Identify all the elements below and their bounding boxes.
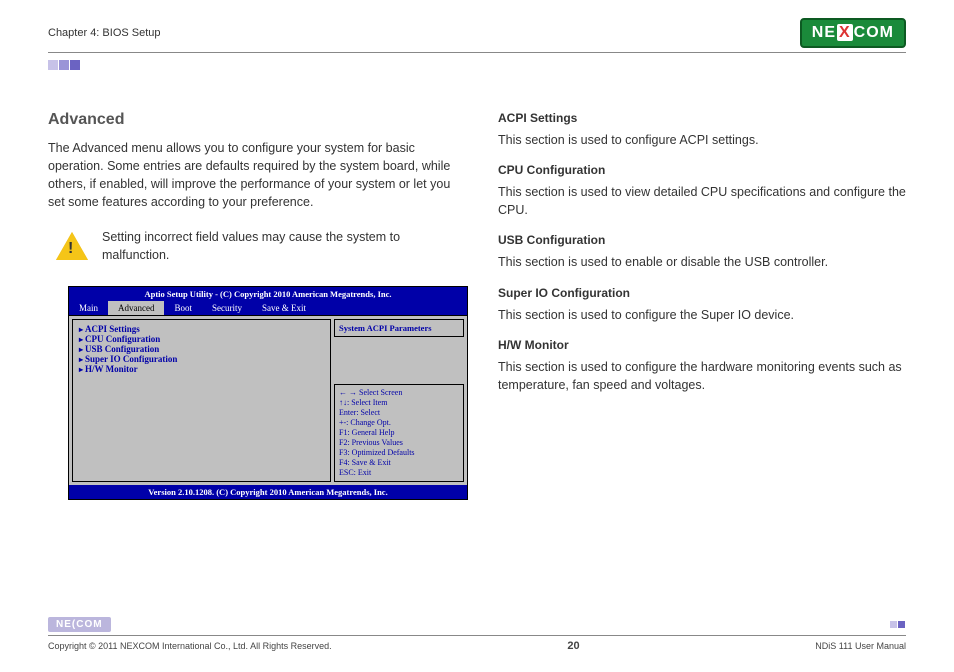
section-title: ACPI Settings [498, 111, 906, 125]
chapter-label: Chapter 4: BIOS Setup [48, 27, 161, 39]
bios-title: Aptio Setup Utility - (C) Copyright 2010… [69, 287, 467, 301]
bios-item: Super IO Configuration [79, 354, 324, 364]
warning-row: Setting incorrect field values may cause… [48, 228, 468, 264]
bios-tab-main: Main [69, 301, 108, 315]
nexcom-logo: NEXCOM [800, 18, 906, 48]
bios-tab-advanced: Advanced [108, 301, 164, 315]
section-body: This section is used to configure ACPI s… [498, 131, 906, 149]
manual-name: NDiS 111 User Manual [815, 641, 906, 651]
bios-body: ACPI Settings CPU Configuration USB Conf… [69, 315, 467, 485]
bios-key-legend: ← → Select Screen ↑↓: Select Item Enter:… [334, 384, 464, 482]
bios-item: USB Configuration [79, 344, 324, 354]
section-title: Super IO Configuration [498, 286, 906, 300]
bios-tab-security: Security [202, 301, 252, 315]
bios-item: H/W Monitor [79, 364, 324, 374]
bios-tab-row: Main Advanced Boot Security Save & Exit [69, 301, 467, 315]
section-body: This section is used to enable or disabl… [498, 253, 906, 271]
section-heading: Advanced [48, 111, 468, 129]
bios-side-panel: System ACPI Parameters ← → Select Screen… [334, 319, 464, 482]
section-body: This section is used to configure the ha… [498, 358, 906, 394]
bios-item: ACPI Settings [79, 324, 324, 334]
intro-text: The Advanced menu allows you to configur… [48, 139, 468, 212]
bios-screenshot: Aptio Setup Utility - (C) Copyright 2010… [68, 286, 468, 500]
section-title: USB Configuration [498, 233, 906, 247]
footer-decor [890, 615, 906, 633]
bios-tab-boot: Boot [164, 301, 202, 315]
bios-footer: Version 2.10.1208. (C) Copyright 2010 Am… [69, 485, 467, 499]
section-body: This section is used to view detailed CP… [498, 183, 906, 219]
page-number: 20 [567, 640, 579, 652]
page-header: Chapter 4: BIOS Setup NEXCOM [48, 18, 906, 53]
warning-text: Setting incorrect field values may cause… [102, 228, 468, 264]
decor-squares [48, 57, 906, 75]
bios-tab-save: Save & Exit [252, 301, 316, 315]
section-title: CPU Configuration [498, 163, 906, 177]
bios-menu-list: ACPI Settings CPU Configuration USB Conf… [72, 319, 331, 482]
warning-icon [56, 232, 88, 260]
footer-logo: NE(COM [48, 617, 111, 632]
bios-help-text: System ACPI Parameters [334, 319, 464, 337]
section-title: H/W Monitor [498, 338, 906, 352]
page-footer: NE(COM Copyright © 2011 NEXCOM Internati… [48, 615, 906, 652]
right-column: ACPI Settings This section is used to co… [498, 111, 906, 500]
left-column: Advanced The Advanced menu allows you to… [48, 111, 468, 500]
copyright-text: Copyright © 2011 NEXCOM International Co… [48, 641, 332, 651]
main-content: Advanced The Advanced menu allows you to… [48, 111, 906, 500]
section-body: This section is used to configure the Su… [498, 306, 906, 324]
bios-item: CPU Configuration [79, 334, 324, 344]
